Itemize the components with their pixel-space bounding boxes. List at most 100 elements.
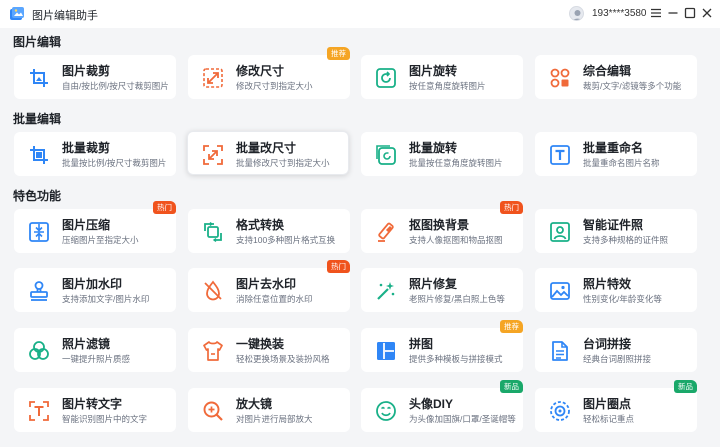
card-desc: 消除任意位置的水印 [236,294,313,304]
card-avatar-diy[interactable]: 头像DIY 为头像加国旗/口罩/圣诞帽等 新品 [361,380,523,432]
card-desc: 提供多种模板与拼接模式 [409,354,503,364]
landscape-image-icon [549,280,571,302]
magnifier-icon [202,400,224,422]
card-title: 图片旋转 [409,64,458,78]
card-batch-rename[interactable]: 批量重命名 批量重命名图片名称 [535,132,697,176]
maximize-icon[interactable] [682,5,698,21]
card-title: 图片裁剪 [62,64,111,78]
no-watermark-icon [202,280,224,302]
card-desc: 支持人像抠图和物品抠图 [409,235,503,245]
card-title: 图片加水印 [62,277,123,291]
rotate-icon [375,67,397,89]
card-title: 照片滤镜 [62,337,111,351]
card-batch-resize[interactable]: 批量改尺寸 批量修改尺寸到指定大小 [187,131,349,175]
card-rotate[interactable]: 图片旋转 按任意角度旋转图片 [361,55,523,99]
batch-resize-icon [202,144,224,166]
card-add-watermark[interactable]: 图片加水印 支持添加文字/图片水印 [14,268,176,312]
card-remove-watermark[interactable]: 图片去水印 消除任意位置的水印 热门 [188,260,350,312]
target-circle-icon [549,400,571,422]
section-title-batch-edit: 批量编辑 [13,112,62,126]
card-title: 抠图换背景 [409,218,470,232]
card-title: 图片转文字 [62,397,123,411]
card-desc: 压缩图片至指定大小 [62,235,139,245]
card-outfit-change[interactable]: 一键换装 轻松更换场景及装扮风格 [188,328,350,372]
card-title: 台词拼接 [583,337,632,351]
card-title: 照片修复 [409,277,458,291]
hot-badge: 热门 [500,201,523,214]
card-desc: 按任意角度旋转图片 [409,81,486,91]
eraser-icon [375,221,397,243]
card-desc: 批量按比例/按尺寸裁剪图片 [62,158,167,168]
section-title-image-edit: 图片编辑 [13,35,62,49]
card-desc: 自由/按比例/按尺寸裁剪图片 [62,81,169,91]
collage-grid-icon [375,340,397,362]
card-desc: 智能识别图片中的文字 [62,414,148,424]
card-magnifier[interactable]: 放大镜 对图片进行局部放大 [188,388,350,432]
card-title: 批量旋转 [409,141,458,155]
card-photo-effects[interactable]: 照片特效 性别变化/年龄变化等 [535,268,697,312]
minimize-icon[interactable] [665,5,681,21]
card-desc: 批量修改尺寸到指定大小 [236,158,330,168]
card-desc: 老照片修复/黑白照上色等 [409,294,505,304]
card-title: 照片特效 [583,277,632,291]
hot-badge: 热门 [327,260,350,273]
app-logo-icon [9,5,26,22]
card-title: 头像DIY [409,397,454,411]
recommend-badge: 推荐 [327,47,350,60]
card-ocr[interactable]: 图片转文字 智能识别图片中的文字 [14,388,176,432]
card-title: 批量裁剪 [62,141,111,155]
card-photo-restore[interactable]: 照片修复 老照片修复/黑白照上色等 [361,268,523,312]
card-title: 图片压缩 [62,218,111,232]
card-desc: 一键提升照片质感 [62,354,131,364]
tshirt-icon [202,340,224,362]
card-photo-filter[interactable]: 照片滤镜 一键提升照片质感 [14,328,176,372]
stamp-icon [28,280,50,302]
card-title: 放大镜 [236,397,273,411]
card-compress[interactable]: 图片压缩 压缩图片至指定大小 热门 [14,201,176,253]
card-desc: 性别变化/年龄变化等 [583,294,662,304]
card-combo-edit[interactable]: 综合编辑 裁剪/文字/滤镜等多个功能 [535,55,697,99]
card-image-circle[interactable]: 图片圈点 轻松标记重点 新品 [535,380,697,432]
card-title: 一键换装 [236,337,285,351]
card-desc: 支持多种规格的证件照 [583,235,669,245]
section-title-featured: 特色功能 [13,189,62,203]
title-bar: 图片编辑助手 193****3580 [0,0,720,28]
card-desc: 支持100多种图片格式互换 [236,235,336,245]
batch-rotate-icon [375,144,397,166]
card-format-convert[interactable]: 格式转换 支持100多种图片格式互换 [188,209,350,253]
close-icon[interactable] [699,5,715,21]
convert-icon [202,221,224,243]
user-avatar[interactable] [569,6,584,21]
text-recognition-icon [28,400,50,422]
new-badge: 新品 [500,380,523,393]
text-t-icon [549,144,571,166]
card-image-crop[interactable]: 图片裁剪 自由/按比例/按尺寸裁剪图片 [14,55,176,99]
card-desc: 经典台词剧照拼接 [583,354,652,364]
card-title: 智能证件照 [583,218,644,232]
crop-icon [28,67,50,89]
card-collage[interactable]: 拼图 提供多种模板与拼接模式 推荐 [361,320,523,372]
card-desc: 批量重命名图片名称 [583,158,660,168]
card-batch-crop[interactable]: 批量裁剪 批量按比例/按尺寸裁剪图片 [14,132,176,176]
card-batch-rotate[interactable]: 批量旋转 批量按任意角度旋转图片 [361,132,523,176]
card-title: 批量重命名 [583,141,644,155]
card-id-photo[interactable]: 智能证件照 支持多种规格的证件照 [535,209,697,253]
batch-crop-icon [28,144,50,166]
document-stitch-icon [549,340,571,362]
card-resize[interactable]: 修改尺寸 修改尺寸到指定大小 推荐 [188,47,350,99]
card-caption-stitch[interactable]: 台词拼接 经典台词剧照拼接 [535,328,697,372]
card-desc: 为头像加国旗/口罩/圣诞帽等 [409,414,516,424]
card-cutout[interactable]: 抠图换背景 支持人像抠图和物品抠图 热门 [361,201,523,253]
menu-icon[interactable] [648,5,664,21]
card-title: 拼图 [409,337,434,351]
card-desc: 支持添加文字/图片水印 [62,294,150,304]
card-desc: 对图片进行局部放大 [236,414,313,424]
new-badge: 新品 [674,380,697,393]
card-title: 批量改尺寸 [236,141,297,155]
card-title: 图片去水印 [236,277,297,291]
smiley-face-icon [375,400,397,422]
filter-circles-icon [28,340,50,362]
user-account[interactable]: 193****3580 [592,8,647,19]
grid-apps-icon [549,67,571,89]
card-title: 图片圈点 [583,397,632,411]
